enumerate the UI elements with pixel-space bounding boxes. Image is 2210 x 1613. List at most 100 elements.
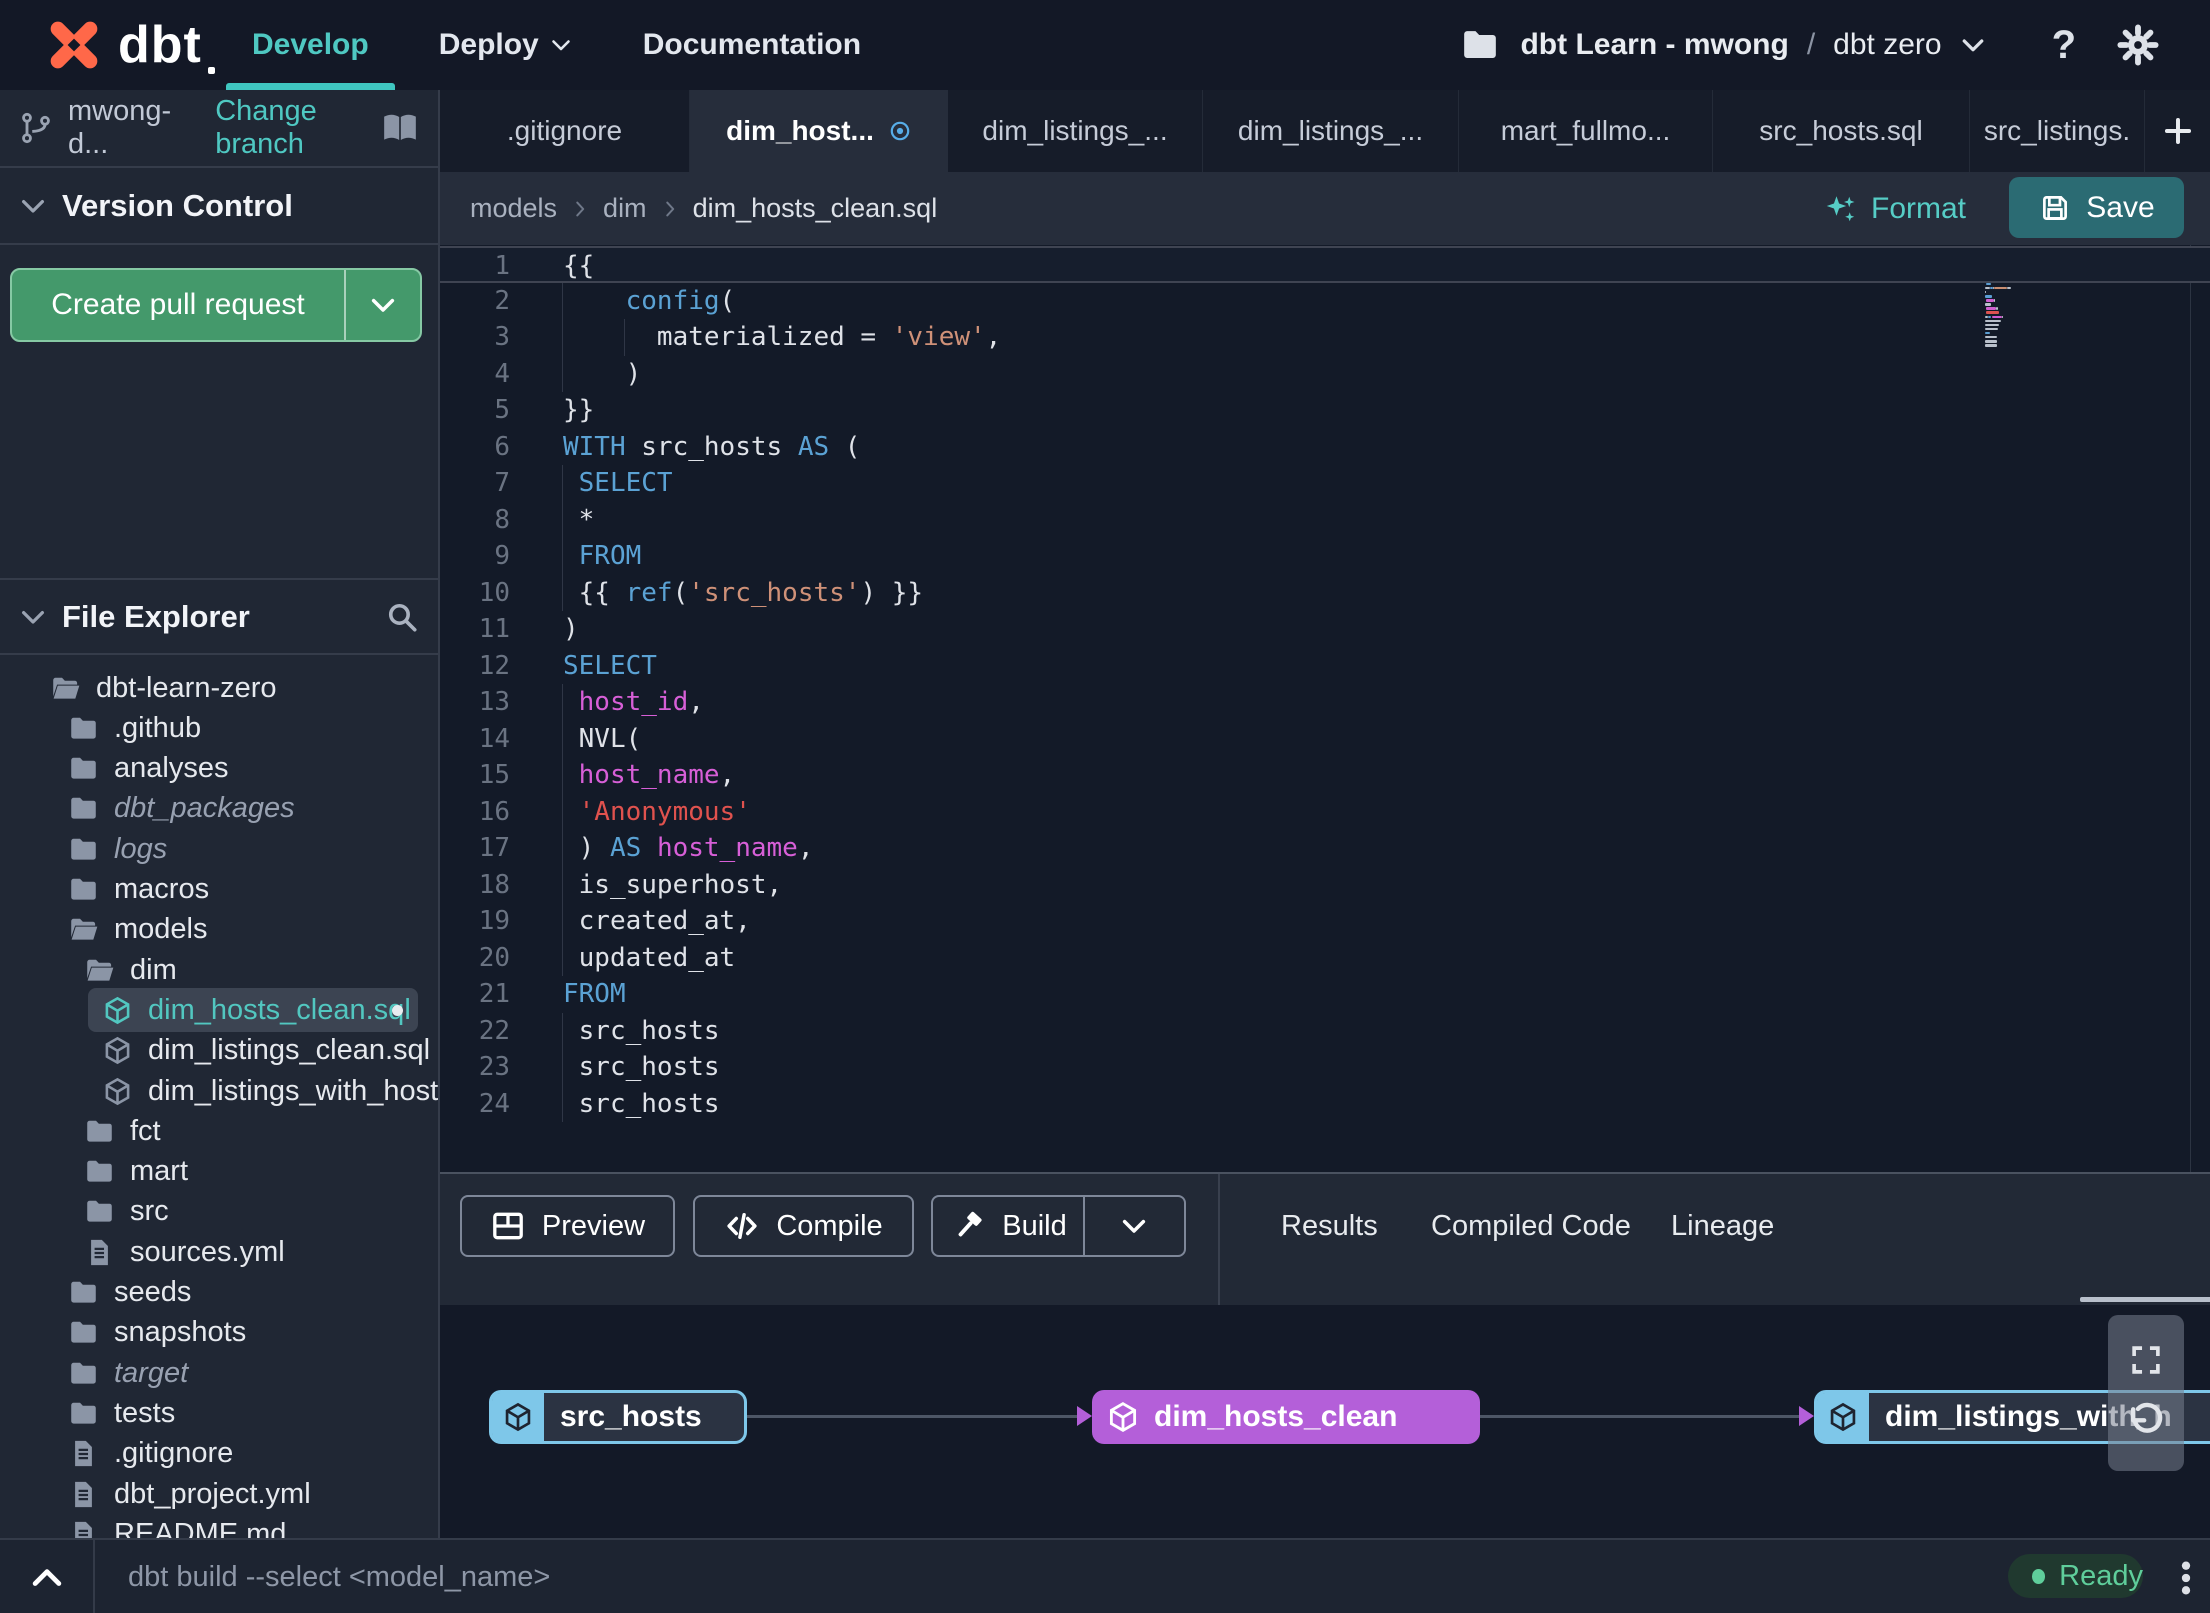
nav-item-documentation[interactable]: Documentation: [643, 0, 861, 90]
code-line-17: 17 ) AS host_name,: [440, 830, 2210, 867]
folder-icon: [1460, 25, 1500, 65]
code-line-22: 22 src_hosts: [440, 1012, 2210, 1049]
chevron-right-icon: [659, 198, 681, 220]
file-tab-label: src_listings.: [1983, 115, 2131, 146]
modified-indicator-icon: [888, 119, 912, 143]
tree-item-dim-listings-clean-sql[interactable]: dim_listings_clean.sql: [0, 1031, 438, 1071]
create-pull-request-button[interactable]: Create pull request: [10, 268, 422, 342]
file-tab-5[interactable]: src_hosts.sql: [1713, 90, 1970, 172]
tree-item-tests[interactable]: tests: [0, 1393, 438, 1433]
tree-item-models[interactable]: models: [0, 910, 438, 950]
tree-item-label: dim_hosts_clean.sql: [148, 993, 411, 1026]
build-caret-button[interactable]: [1101, 1197, 1167, 1255]
folder-icon: [84, 1196, 115, 1227]
tree-item-dbt-project-yml[interactable]: dbt_project.yml: [0, 1474, 438, 1514]
chevron-down-icon: [1958, 30, 1988, 60]
panel-divider: [1218, 1174, 1220, 1307]
breadcrumb-separator: /: [1806, 28, 1816, 61]
panel-tab-compiled-code[interactable]: Compiled Code: [1431, 1210, 1631, 1243]
account-name: dbt Learn - mwong: [1520, 28, 1789, 61]
line-number: 5: [494, 395, 510, 425]
model-cube-icon: [1106, 1400, 1140, 1434]
build-button[interactable]: Build: [931, 1195, 1186, 1257]
command-input[interactable]: [128, 1540, 1828, 1613]
create-pull-request-label: Create pull request: [51, 288, 305, 321]
refresh-icon[interactable]: [2124, 1402, 2168, 1446]
docs-book-icon[interactable]: [380, 108, 420, 148]
kebab-menu-icon[interactable]: [2166, 1558, 2206, 1598]
file-tab-0[interactable]: .gitignore: [440, 90, 690, 172]
code-line-11: 11): [440, 611, 2210, 648]
tree-item-label: dbt_packages: [114, 792, 295, 825]
tree-item-mart[interactable]: mart: [0, 1152, 438, 1192]
line-number: 17: [478, 833, 510, 863]
help-icon[interactable]: ?: [2052, 23, 2076, 68]
file-tab-3[interactable]: dim_listings_...: [1203, 90, 1459, 172]
breadcrumb-segment[interactable]: dim: [603, 193, 647, 224]
breadcrumb-segment[interactable]: dim_hosts_clean.sql: [693, 193, 938, 224]
lineage-node-src_hosts[interactable]: src_hosts: [489, 1390, 747, 1444]
code-editor[interactable]: 1{{2 config(3 materialized = 'view', 4 ) 5…: [440, 245, 2210, 1172]
code-line-8: 8 *: [440, 501, 2210, 538]
tree-item-dim-hosts-clean-sql[interactable]: dim_hosts_clean.sql: [0, 988, 438, 1033]
pull-request-caret-button[interactable]: [346, 290, 420, 320]
panel-tab-results[interactable]: Results: [1281, 1210, 1378, 1243]
tree-item-sources-yml[interactable]: sources.yml: [0, 1232, 438, 1272]
preview-button[interactable]: Preview: [460, 1195, 675, 1257]
tree-item-dbt-learn-zero[interactable]: dbt-learn-zero: [0, 668, 438, 708]
code-line-9: 9 FROM: [440, 538, 2210, 575]
nav-item-develop[interactable]: Develop: [226, 0, 395, 90]
code-text: NVL(: [563, 723, 642, 754]
command-bar-expand-button[interactable]: [0, 1540, 95, 1613]
tree-item-readme-md[interactable]: README.md: [0, 1514, 438, 1538]
settings-gear-icon[interactable]: [2116, 23, 2160, 67]
tree-item-dbt-packages[interactable]: dbt_packages: [0, 789, 438, 829]
tree-item-logs[interactable]: logs: [0, 829, 438, 869]
tree-item-snapshots[interactable]: snapshots: [0, 1313, 438, 1353]
line-number: 14: [478, 723, 510, 754]
dbt-logo[interactable]: dbt: [42, 0, 215, 90]
line-number: 19: [478, 906, 510, 936]
file-tab-6[interactable]: src_listings.: [1970, 90, 2145, 172]
tree-item--github[interactable]: .github: [0, 708, 438, 748]
format-button[interactable]: Format: [1823, 172, 1966, 245]
search-icon[interactable]: [384, 599, 420, 635]
tree-item-target[interactable]: target: [0, 1353, 438, 1393]
file-explorer-header[interactable]: File Explorer: [0, 578, 438, 655]
save-button[interactable]: Save: [2009, 177, 2184, 238]
tree-item-label: analyses: [114, 752, 229, 785]
tree-item-seeds[interactable]: seeds: [0, 1273, 438, 1313]
nav-item-deploy[interactable]: Deploy: [439, 0, 573, 90]
tree-item-dim[interactable]: dim: [0, 950, 438, 990]
file-tab-2[interactable]: dim_listings_...: [948, 90, 1203, 172]
file-tab-1[interactable]: dim_host...: [690, 90, 948, 172]
lineage-node-dim_hosts_clean[interactable]: dim_hosts_clean: [1092, 1390, 1480, 1444]
tree-item-dim-listings-with-hosts-[interactable]: dim_listings_with_hosts...: [0, 1071, 438, 1111]
code-line-7: 7 SELECT: [440, 465, 2210, 502]
code-text: SELECT: [578, 468, 673, 498]
code-text: config(: [625, 285, 736, 316]
tree-item-src[interactable]: src: [0, 1192, 438, 1232]
tree-item-macros[interactable]: macros: [0, 870, 438, 910]
file-tab-4[interactable]: mart_fullmo...: [1459, 90, 1713, 172]
change-branch-link[interactable]: Change branch: [215, 95, 380, 161]
compile-label: Compile: [776, 1209, 883, 1242]
project-selector[interactable]: dbt Learn - mwong / dbt zero ?: [1460, 0, 2160, 90]
dbt-logo-icon: [42, 13, 106, 77]
folder-icon: [68, 753, 99, 784]
file-tab-label: dim_host...: [726, 115, 874, 146]
folder-icon: [84, 1116, 115, 1147]
panel-tab-lineage[interactable]: Lineage: [1671, 1210, 1774, 1243]
line-number: 21: [478, 979, 510, 1009]
tree-item-label: README.md: [114, 1517, 287, 1538]
tree-item--gitignore[interactable]: .gitignore: [0, 1434, 438, 1474]
breadcrumb-segment[interactable]: models: [470, 193, 557, 224]
code-line-3: 3 materialized = 'view',: [440, 319, 2210, 356]
compile-button[interactable]: Compile: [693, 1195, 914, 1257]
tree-item-fct[interactable]: fct: [0, 1111, 438, 1151]
version-control-header[interactable]: Version Control: [0, 168, 438, 245]
new-tab-button[interactable]: [2145, 90, 2210, 172]
tree-item-label: logs: [114, 832, 168, 865]
tree-item-analyses[interactable]: analyses: [0, 749, 438, 789]
fullscreen-icon[interactable]: [2127, 1341, 2165, 1379]
